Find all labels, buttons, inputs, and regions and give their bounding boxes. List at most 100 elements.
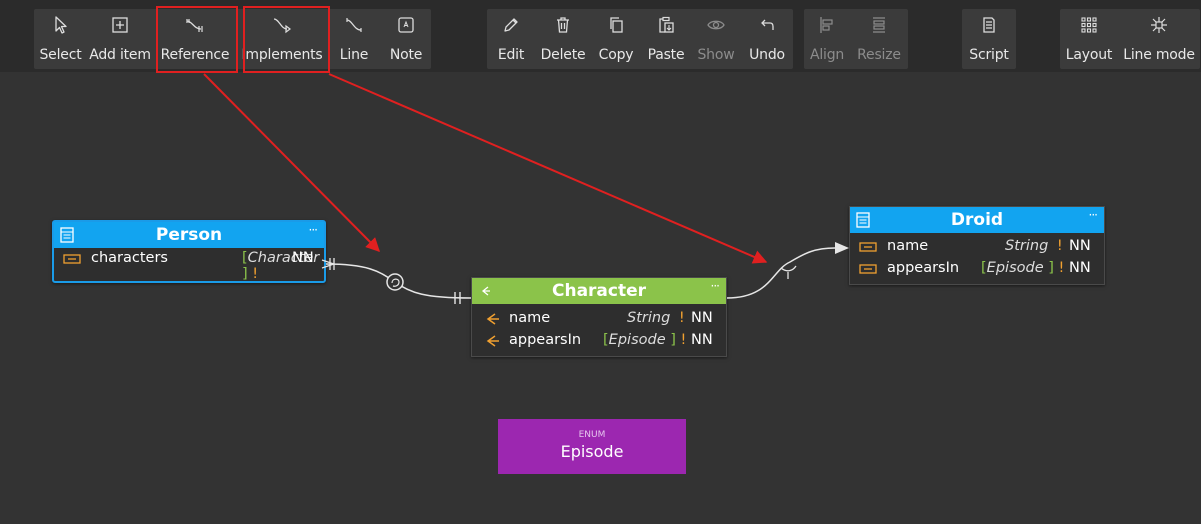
field-name: appearsIn (887, 260, 960, 276)
pencil-icon (499, 13, 523, 37)
align-icon (815, 13, 839, 37)
add-item-label: Add item (89, 47, 151, 63)
implements-field-icon (486, 335, 499, 347)
episode-enum[interactable]: ENUM Episode (498, 419, 686, 474)
script-label: Script (969, 47, 1009, 63)
person-field-row[interactable]: characters [Character ] ! NN (54, 248, 324, 282)
line-mode-label: Line mode (1123, 47, 1195, 63)
toolbar-group-arrange: Align Resize (804, 9, 908, 69)
line-icon (342, 13, 366, 37)
list-bracket-close: ] (242, 266, 248, 282)
enum-name: Episode (560, 442, 624, 461)
field-type-name: String (627, 310, 671, 326)
diagram-canvas[interactable]: Person ··· characters [Character ] ! NN … (0, 72, 1201, 524)
object-type-icon (60, 227, 74, 243)
enum-type-label: ENUM (578, 430, 606, 440)
object-type-icon (856, 212, 870, 228)
field-type-name: Episode (986, 260, 1044, 276)
layout-grid-icon (1077, 13, 1101, 37)
note-tool-button[interactable]: Note (381, 9, 431, 69)
edit-button[interactable]: Edit (487, 9, 535, 69)
add-box-icon (108, 13, 132, 37)
script-button[interactable]: Script (962, 9, 1016, 69)
field-type-name: Episode (608, 332, 666, 348)
undo-label: Undo (749, 47, 785, 63)
droid-entity[interactable]: Droid ··· name String ! NN appearsIn [Ep… (849, 206, 1105, 285)
droid-field-row[interactable]: appearsIn [Episode ] ! NN (850, 258, 1104, 280)
paste-label: Paste (647, 47, 685, 63)
person-more-menu[interactable]: ··· (309, 223, 319, 237)
character-field-row[interactable]: name String ! NN (472, 308, 726, 330)
add-item-button[interactable]: Add item (87, 9, 153, 69)
required-marker: ! (252, 266, 259, 282)
character-title: Character (551, 281, 647, 301)
show-button[interactable]: Show (691, 9, 741, 69)
eye-icon (704, 13, 728, 37)
note-icon (394, 13, 418, 37)
field-type: String ! (1005, 238, 1063, 254)
character-entity[interactable]: Character ··· name String ! NN appearsIn… (471, 277, 727, 357)
field-type: String ! (627, 310, 685, 326)
paste-button[interactable]: Paste (641, 9, 691, 69)
interface-type-icon (481, 286, 490, 296)
line-mode-button[interactable]: Line mode (1118, 9, 1200, 69)
field-icon (859, 264, 877, 274)
required-marker: ! (1056, 238, 1063, 254)
align-label: Align (809, 47, 845, 63)
undo-icon (755, 13, 779, 37)
field-type: [Episode ] ! (981, 260, 1064, 276)
not-null-badge: NN (691, 310, 713, 326)
line-tool-button[interactable]: Line (327, 9, 381, 69)
copy-button[interactable]: Copy (591, 9, 641, 69)
field-name: name (509, 310, 551, 326)
toolbar-group-edit: Edit Delete Copy Paste Show Undo (487, 9, 793, 69)
droid-header[interactable]: Droid ··· (850, 207, 1104, 233)
droid-field-row[interactable]: name String ! NN (850, 236, 1104, 258)
select-tool-button[interactable]: Select (34, 9, 87, 69)
undo-button[interactable]: Undo (741, 9, 793, 69)
resize-button[interactable]: Resize (850, 9, 908, 69)
line-mode-icon (1147, 13, 1171, 37)
toolbar-group-layout: Layout Line mode (1060, 9, 1200, 69)
resize-label: Resize (857, 47, 901, 63)
field-icon (63, 254, 81, 264)
paste-icon (654, 13, 678, 37)
required-marker: ! (680, 332, 687, 348)
required-marker: ! (1058, 260, 1065, 276)
droid-more-menu[interactable]: ··· (1089, 208, 1099, 222)
script-icon (977, 13, 1001, 37)
field-icon (859, 242, 877, 252)
character-field-row[interactable]: appearsIn [Episode ] ! NN (472, 330, 726, 352)
line-tool-label: Line (339, 47, 369, 63)
cursor-icon (49, 13, 73, 37)
list-bracket-close: ] (1048, 260, 1054, 276)
not-null-badge: NN (1069, 238, 1091, 254)
implements-highlight-box (243, 6, 330, 73)
field-name: name (887, 238, 929, 254)
reference-highlight-box (156, 6, 238, 73)
delete-button[interactable]: Delete (535, 9, 591, 69)
copy-icon (604, 13, 628, 37)
copy-label: Copy (598, 47, 634, 63)
layout-label: Layout (1065, 47, 1113, 63)
character-more-menu[interactable]: ··· (711, 279, 721, 293)
droid-title: Droid (950, 210, 1004, 230)
show-label: Show (697, 47, 735, 63)
field-name: characters (91, 250, 168, 266)
person-title: Person (155, 225, 223, 245)
person-header[interactable]: Person ··· (54, 222, 324, 248)
delete-label: Delete (540, 47, 586, 63)
edit-label: Edit (497, 47, 525, 63)
field-type-name: String (1005, 238, 1049, 254)
layout-button[interactable]: Layout (1060, 9, 1118, 69)
not-null-badge: NN (691, 332, 713, 348)
person-entity[interactable]: Person ··· characters [Character ] ! NN (52, 220, 326, 283)
trash-icon (551, 13, 575, 37)
toolbar-group-script: Script (962, 9, 1016, 69)
implements-field-icon (486, 313, 499, 325)
list-bracket-close: ] (670, 332, 676, 348)
note-tool-label: Note (389, 47, 423, 63)
character-header[interactable]: Character ··· (472, 278, 726, 304)
align-button[interactable]: Align (804, 9, 850, 69)
select-tool-label: Select (39, 47, 82, 63)
